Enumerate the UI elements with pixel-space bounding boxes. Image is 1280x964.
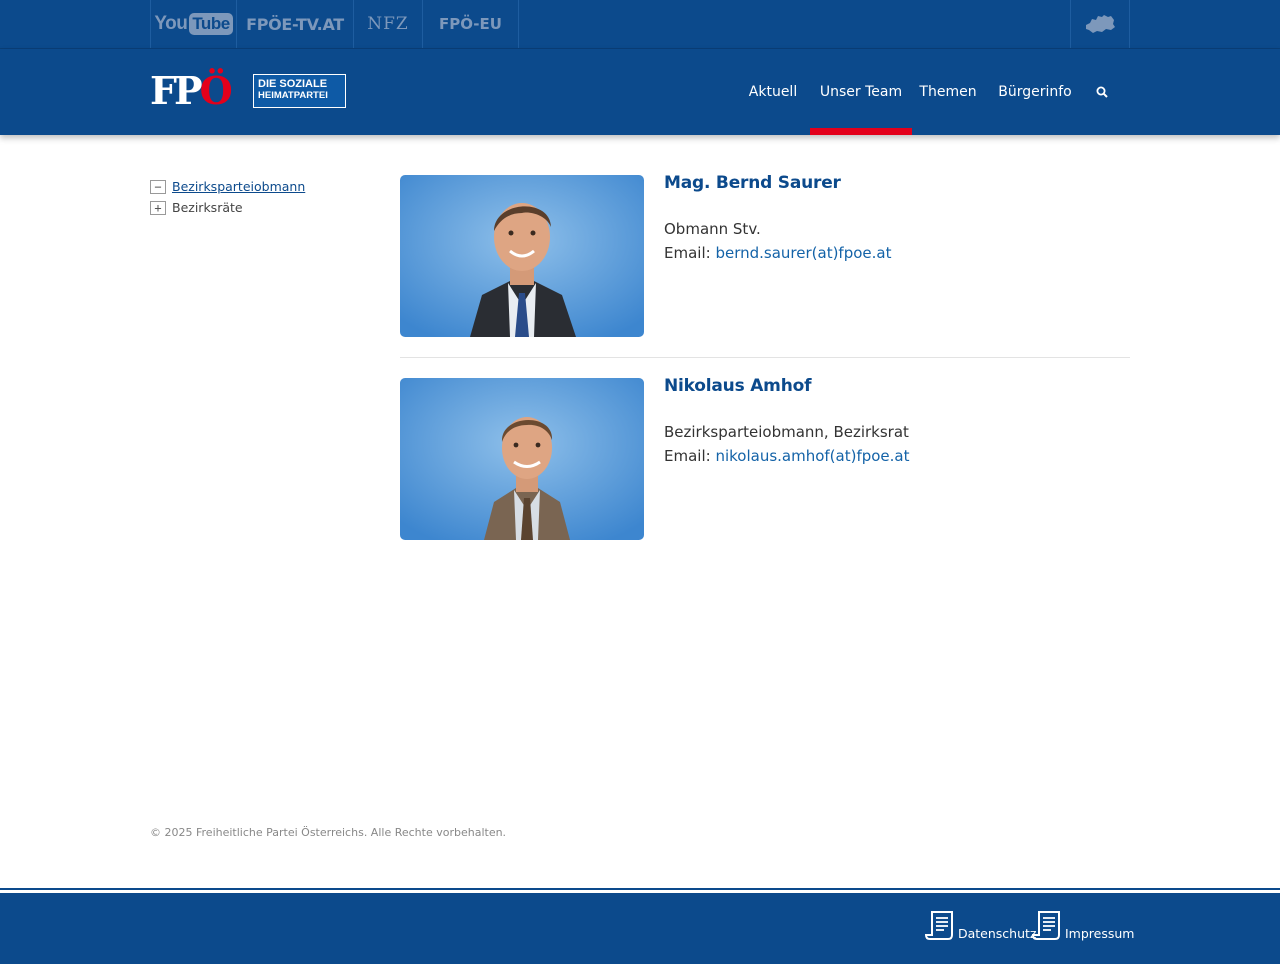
tree-item-bezirksraete[interactable]: + Bezirksräte bbox=[150, 197, 305, 218]
person-email-link[interactable]: bernd.saurer(at)fpoe.at bbox=[715, 244, 891, 262]
email-label: Email: bbox=[664, 447, 711, 465]
nfz-label: NFZ bbox=[367, 14, 409, 34]
collapse-icon[interactable]: − bbox=[150, 179, 166, 194]
person-photo[interactable] bbox=[400, 378, 644, 540]
austria-map-link[interactable] bbox=[1070, 0, 1130, 48]
person-name[interactable]: Nikolaus Amhof bbox=[664, 376, 811, 396]
copyright-text: © 2025 Freiheitliche Partei Österreichs.… bbox=[150, 826, 507, 839]
card-divider bbox=[400, 357, 1130, 358]
fpoe-eu-link[interactable]: FPÖ-EU bbox=[422, 0, 519, 48]
footer-link-label[interactable]: Datenschutz bbox=[958, 926, 1037, 941]
person-photo[interactable] bbox=[400, 175, 644, 337]
youtube-link[interactable]: You Tube bbox=[150, 0, 236, 48]
tree-item-label[interactable]: Bezirksräte bbox=[172, 200, 243, 215]
person-email-line: Email: nikolaus.amhof(at)fpoe.at bbox=[664, 447, 910, 465]
logo-letters: FPÖ bbox=[150, 68, 233, 113]
logo-slogan-line2: HEIMATPARTEI bbox=[258, 90, 328, 101]
person-role: Bezirksparteiobmann, Bezirksrat bbox=[664, 423, 909, 441]
person-email-link[interactable]: nikolaus.amhof(at)fpoe.at bbox=[715, 447, 909, 465]
tree-item-label[interactable]: Bezirksparteiobmann bbox=[172, 179, 305, 194]
person-email-line: Email: bernd.saurer(at)fpoe.at bbox=[664, 244, 891, 262]
footer: Datenschutz Impressum bbox=[0, 893, 1280, 964]
fpoe-logo[interactable]: FPÖ DIE SOZIALE HEIMATPARTEI bbox=[150, 68, 346, 113]
tree-item-bezirksparteiobmann[interactable]: − Bezirksparteiobmann bbox=[150, 176, 305, 197]
fpoe-tv-label: FPÖE-TV.AT bbox=[246, 14, 344, 34]
footer-link-label[interactable]: Impressum bbox=[1065, 926, 1134, 941]
youtube-logo-tube: Tube bbox=[189, 13, 233, 35]
nav-item-themen[interactable]: Themen bbox=[918, 49, 978, 135]
nfz-link[interactable]: NFZ bbox=[353, 0, 422, 48]
nav-item-unser-team[interactable]: Unser Team bbox=[810, 49, 912, 135]
top-utility-bar: You Tube FPÖE-TV.AT NFZ FPÖ-EU bbox=[0, 0, 1280, 49]
search-button[interactable] bbox=[1090, 49, 1114, 135]
search-icon bbox=[1096, 86, 1108, 98]
logo-slogan-box: DIE SOZIALE HEIMATPARTEI bbox=[253, 74, 346, 108]
footer-link-impressum[interactable]: Impressum bbox=[1031, 905, 1134, 941]
fpoe-tv-link[interactable]: FPÖE-TV.AT bbox=[236, 0, 353, 48]
email-label: Email: bbox=[664, 244, 711, 262]
fpoe-eu-label: FPÖ-EU bbox=[439, 15, 502, 33]
person-name[interactable]: Mag. Bernd Saurer bbox=[664, 173, 841, 193]
person-role: Obmann Stv. bbox=[664, 220, 761, 238]
logo-slogan-line1: DIE SOZIALE bbox=[258, 78, 328, 90]
austria-map-icon bbox=[1086, 15, 1115, 33]
main-header: FPÖ DIE SOZIALE HEIMATPARTEI Aktuell Uns… bbox=[0, 49, 1280, 135]
person-card: Mag. Bernd Saurer Obmann Stv. Email: ber… bbox=[400, 173, 1130, 337]
person-card: Nikolaus Amhof Bezirksparteiobmann, Bezi… bbox=[400, 376, 1130, 540]
team-category-tree: − Bezirksparteiobmann + Bezirksräte bbox=[150, 176, 305, 218]
nav-item-aktuell[interactable]: Aktuell bbox=[748, 49, 798, 135]
expand-icon[interactable]: + bbox=[150, 200, 166, 215]
document-icon bbox=[924, 911, 953, 940]
footer-link-datenschutz[interactable]: Datenschutz bbox=[924, 905, 1037, 941]
youtube-logo-you: You bbox=[154, 13, 188, 34]
nav-item-buergerinfo[interactable]: Bürgerinfo bbox=[996, 49, 1074, 135]
footer-top-line bbox=[0, 888, 1280, 890]
document-icon bbox=[1031, 911, 1060, 940]
